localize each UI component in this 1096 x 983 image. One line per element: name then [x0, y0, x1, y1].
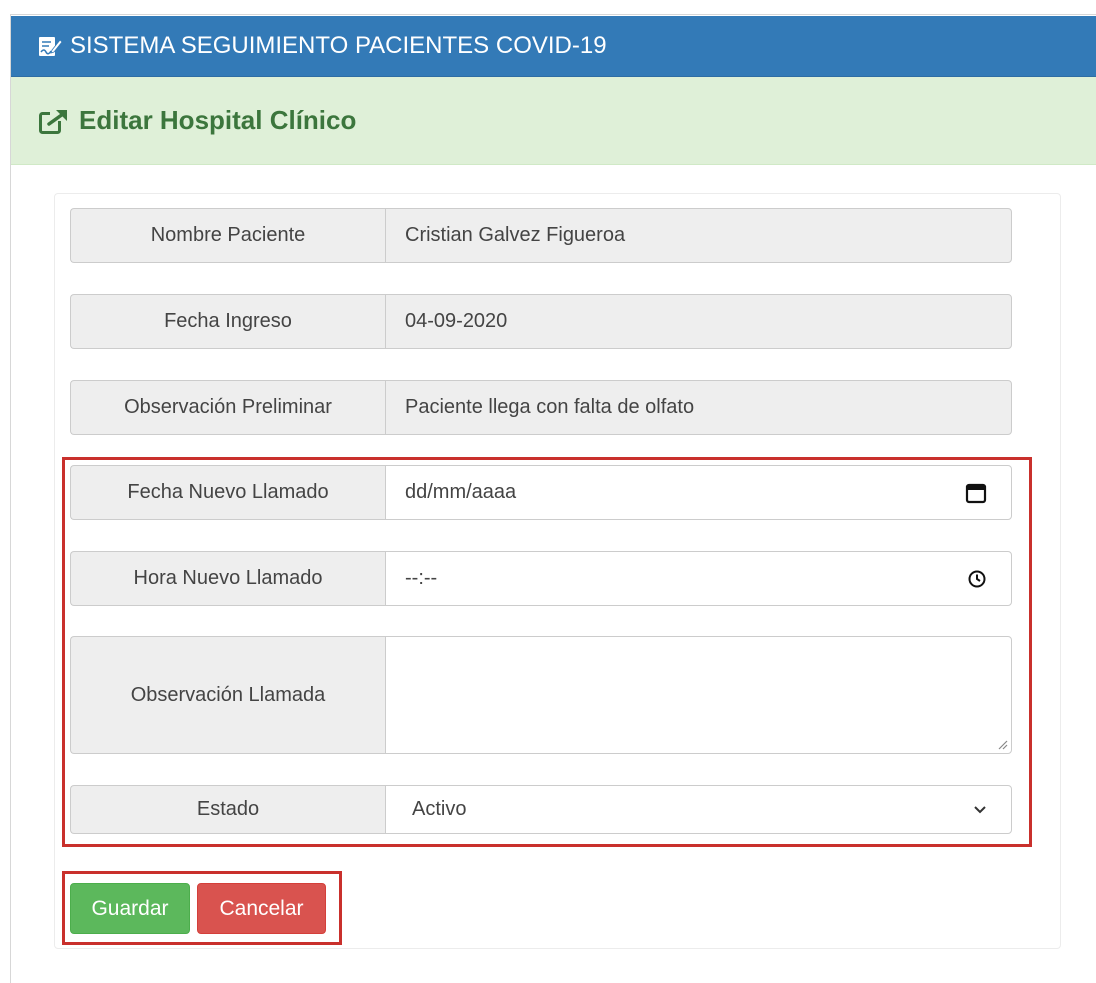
new-call-time-input[interactable]: --:--: [385, 551, 1012, 606]
patient-name-label: Nombre Paciente: [70, 208, 385, 263]
calendar-icon[interactable]: [965, 482, 987, 504]
preliminary-observation-field: Paciente llega con falta de olfato: [385, 380, 1012, 435]
call-observation-row: Observación Llamada: [70, 636, 1012, 754]
resize-handle-icon[interactable]: [996, 738, 1008, 750]
status-label: Estado: [70, 785, 385, 834]
preliminary-observation-label: Observación Preliminar: [70, 380, 385, 435]
call-observation-textarea[interactable]: [385, 636, 1012, 754]
new-call-time-placeholder: --:--: [405, 567, 438, 589]
new-call-time-row: Hora Nuevo Llamado --:--: [70, 551, 1012, 606]
status-select[interactable]: Activo: [385, 785, 1012, 834]
new-call-date-placeholder: dd/mm/aaaa: [405, 481, 517, 503]
signature-document-icon: [39, 37, 63, 56]
new-call-date-label: Fecha Nuevo Llamado: [70, 465, 385, 520]
status-row: Estado Activo: [70, 785, 1012, 834]
page-heading-bar: Editar Hospital Clínico: [11, 77, 1096, 165]
cancel-button[interactable]: Cancelar: [197, 883, 326, 934]
preliminary-observation-row: Observación Preliminar Paciente llega co…: [70, 380, 1012, 435]
patient-name-field: Cristian Galvez Figueroa: [385, 208, 1012, 263]
admission-date-label: Fecha Ingreso: [70, 294, 385, 349]
chevron-down-icon: [974, 805, 986, 813]
patient-name-row: Nombre Paciente Cristian Galvez Figueroa: [70, 208, 1012, 263]
app-title: SISTEMA SEGUIMIENTO PACIENTES COVID-19: [70, 32, 607, 59]
clock-icon[interactable]: [967, 569, 987, 589]
call-observation-label: Observación Llamada: [70, 636, 385, 754]
app-header: SISTEMA SEGUIMIENTO PACIENTES COVID-19: [11, 16, 1096, 77]
new-call-date-row: Fecha Nuevo Llamado dd/mm/aaaa: [70, 465, 1012, 520]
save-button[interactable]: Guardar: [70, 883, 190, 934]
external-edit-icon: [39, 108, 68, 134]
admission-date-row: Fecha Ingreso 04-09-2020: [70, 294, 1012, 349]
page-title: Editar Hospital Clínico: [79, 105, 357, 135]
new-call-time-label: Hora Nuevo Llamado: [70, 551, 385, 606]
new-call-date-input[interactable]: dd/mm/aaaa: [385, 465, 1012, 520]
status-selected-value: Activo: [412, 798, 467, 820]
admission-date-field: 04-09-2020: [385, 294, 1012, 349]
